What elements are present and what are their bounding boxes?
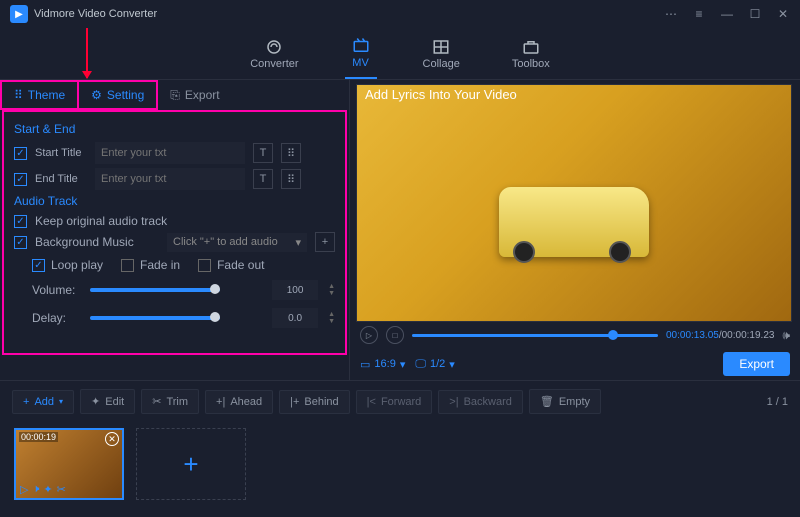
aspect-ratio-select[interactable]: ▭16:9▾ [360, 358, 405, 371]
annotation-arrow [86, 28, 88, 78]
end-title-checkbox[interactable]: ✓ [14, 173, 27, 186]
start-title-checkbox[interactable]: ✓ [14, 147, 27, 160]
add-audio-button[interactable]: + [315, 232, 335, 252]
start-title-label: Start Title [35, 147, 87, 159]
start-text-style-button[interactable]: T [253, 143, 273, 163]
clip-effect-icon[interactable]: ✦ [43, 483, 52, 496]
chevron-down-icon: ▾ [295, 236, 301, 249]
volume-stepper[interactable]: ▲▼ [328, 283, 335, 297]
volume-slider[interactable] [90, 288, 220, 292]
app-title: Vidmore Video Converter [34, 8, 664, 20]
delay-slider[interactable] [90, 316, 220, 320]
add-clip-button[interactable]: + [136, 428, 246, 500]
tab-collage[interactable]: Collage [417, 28, 466, 79]
subtab-setting[interactable]: ⚙ Setting [79, 80, 158, 110]
delay-stepper[interactable]: ▲▼ [328, 311, 335, 325]
backward-icon: >| [449, 396, 458, 408]
export-icon: ⎘ [170, 88, 180, 103]
audio-heading: Audio Track [14, 194, 335, 208]
behind-button[interactable]: |+Behind [279, 390, 350, 414]
converter-icon [264, 38, 284, 56]
clip-mute-icon[interactable]: 🕨 [32, 483, 39, 496]
fadeout-checkbox[interactable] [198, 259, 211, 272]
loop-checkbox[interactable]: ✓ [32, 259, 45, 272]
add-button[interactable]: +Add▾ [12, 390, 74, 414]
delay-label: Delay: [32, 311, 80, 325]
subtab-export[interactable]: ⎘ Export [158, 80, 231, 110]
clip-thumbnail[interactable]: 00:00:19 ✕ ▷ 🕨 ✦ ✂ [14, 428, 124, 500]
chevron-down-icon: ▾ [59, 397, 63, 406]
ahead-button[interactable]: +|Ahead [205, 390, 273, 414]
minimize-icon[interactable]: — [720, 7, 734, 21]
end-title-input[interactable] [95, 168, 245, 190]
tab-toolbox[interactable]: Toolbox [506, 28, 556, 79]
play-button[interactable]: ▷ [360, 326, 378, 344]
bgm-checkbox[interactable]: ✓ [14, 236, 27, 249]
keep-audio-label: Keep original audio track [35, 214, 167, 228]
end-text-style-button[interactable]: T [253, 169, 273, 189]
app-logo: ▶ [10, 5, 28, 23]
start-expand-button[interactable]: ⠿ [281, 143, 301, 163]
remove-clip-button[interactable]: ✕ [105, 432, 119, 446]
mv-icon [351, 37, 371, 55]
pager: 1 / 1 [767, 396, 788, 408]
plus-icon: + [23, 396, 29, 408]
trim-button[interactable]: ✂Trim [141, 389, 199, 414]
volume-label: Volume: [32, 283, 80, 297]
close-icon[interactable]: ✕ [776, 7, 790, 21]
toolbox-icon [521, 38, 541, 56]
time-display: 00:00:13.05/00:00:19.23 [666, 330, 774, 341]
preview-content [499, 187, 649, 257]
bgm-select[interactable]: Click "+" to add audio ▾ [167, 233, 307, 252]
scissors-icon: ✂ [152, 395, 161, 408]
clip-play-icon[interactable]: ▷ [20, 483, 28, 496]
forward-button[interactable]: |<Forward [356, 390, 433, 414]
subtab-theme[interactable]: ⠿ Theme [0, 80, 79, 110]
preview-overlay-text: Add Lyrics Into Your Video [365, 87, 517, 102]
monitor-icon: 🖵 [415, 358, 426, 371]
backward-button[interactable]: >|Backward [438, 390, 523, 414]
gear-icon: ⚙ [91, 88, 102, 102]
keep-audio-checkbox[interactable]: ✓ [14, 215, 27, 228]
start-end-heading: Start & End [14, 122, 335, 136]
delay-value[interactable]: 0.0 [272, 308, 318, 328]
tab-converter[interactable]: Converter [244, 28, 304, 79]
volume-value[interactable]: 100 [272, 280, 318, 300]
export-button[interactable]: Export [723, 352, 790, 376]
collage-icon [431, 38, 451, 56]
chevron-down-icon: ▾ [400, 358, 406, 371]
fadein-checkbox[interactable] [121, 259, 134, 272]
behind-icon: |+ [290, 396, 299, 408]
timeline-slider[interactable] [412, 334, 658, 337]
end-title-label: End Title [35, 173, 87, 185]
forward-icon: |< [367, 396, 376, 408]
volume-icon[interactable]: 🕪 [782, 328, 790, 343]
feedback-icon[interactable]: ⋯ [664, 7, 678, 21]
stop-button[interactable]: □ [386, 326, 404, 344]
bgm-label: Background Music [35, 235, 159, 249]
tab-mv[interactable]: MV [345, 28, 377, 79]
theme-icon: ⠿ [14, 88, 23, 102]
maximize-icon[interactable]: ☐ [748, 7, 762, 21]
wand-icon: ✦ [91, 395, 100, 408]
scale-select[interactable]: 🖵1/2▾ [415, 358, 454, 371]
ratio-icon: ▭ [360, 358, 370, 371]
chevron-down-icon: ▾ [449, 358, 455, 371]
trash-icon: 🗑 [540, 395, 554, 408]
clip-trim-icon[interactable]: ✂ [57, 483, 66, 496]
end-expand-button[interactable]: ⠿ [281, 169, 301, 189]
start-title-input[interactable] [95, 142, 245, 164]
ahead-icon: +| [216, 396, 225, 408]
video-preview: Add Lyrics Into Your Video [356, 84, 792, 322]
clip-duration: 00:00:19 [19, 432, 58, 442]
menu-icon[interactable]: ≡ [692, 7, 706, 21]
empty-button[interactable]: 🗑Empty [529, 389, 601, 414]
edit-button[interactable]: ✦Edit [80, 389, 135, 414]
